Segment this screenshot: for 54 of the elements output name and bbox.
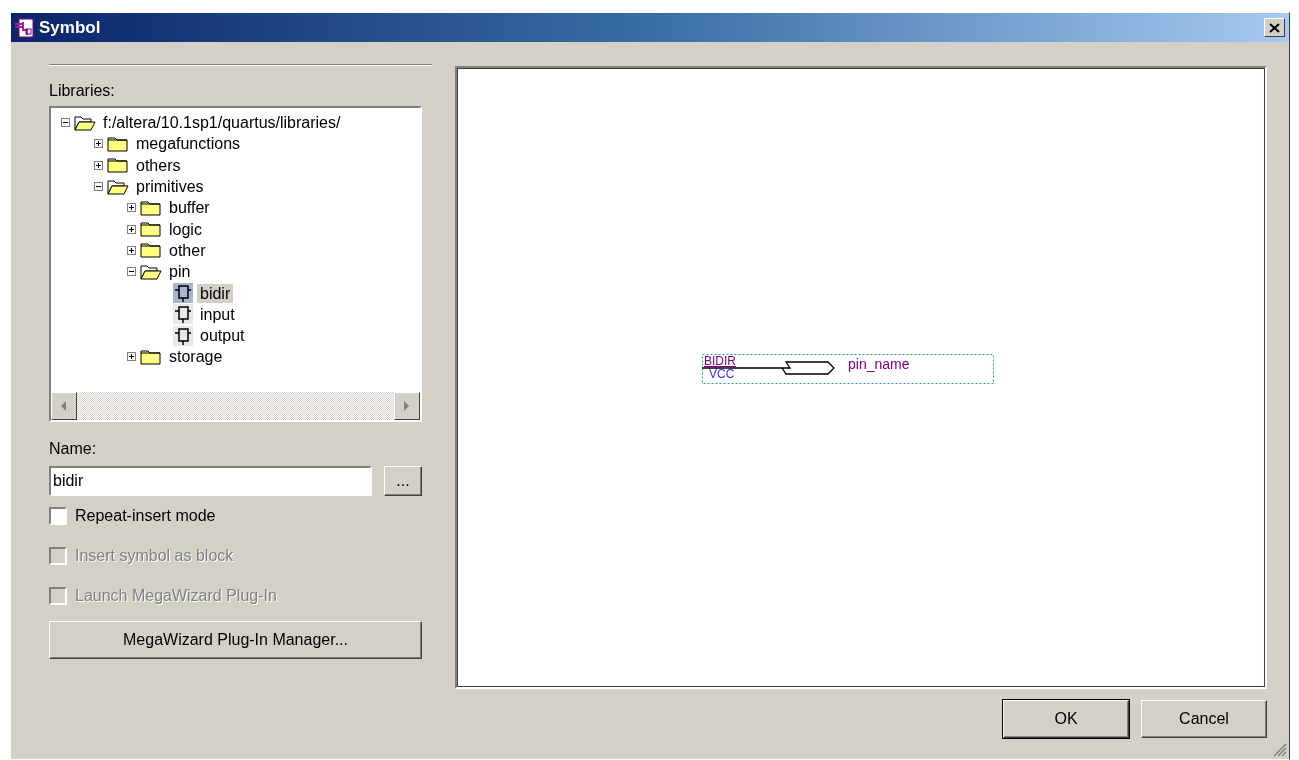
tree-item[interactable]: storage: [166, 347, 226, 367]
left-arrow-icon: [61, 401, 67, 411]
megawizard-manager-button[interactable]: MegaWizard Plug-In Manager...: [49, 621, 422, 659]
close-icon: [1269, 22, 1280, 33]
resize-grip-icon: [1271, 741, 1287, 757]
tree-item[interactable]: pin: [166, 262, 194, 282]
tree-item[interactable]: buffer: [166, 198, 213, 218]
folder-icon: [140, 242, 162, 259]
scroll-left-button[interactable]: [51, 392, 77, 420]
collapse-icon[interactable]: [61, 118, 70, 128]
folder-icon: [107, 157, 129, 174]
expand-icon[interactable]: [127, 245, 136, 255]
scroll-right-button[interactable]: [394, 392, 420, 420]
tree-item[interactable]: input: [197, 304, 238, 324]
folder-icon: [140, 199, 162, 216]
window-title: Symbol: [39, 17, 102, 38]
tree-item[interactable]: other: [166, 240, 209, 260]
checkbox-label: Launch MegaWizard Plug-In: [75, 587, 277, 605]
open-folder-icon: [107, 178, 129, 195]
tree-item[interactable]: megafunctions: [133, 134, 244, 154]
dialog-button[interactable]: Cancel: [1141, 700, 1267, 738]
expand-icon[interactable]: [94, 160, 103, 170]
tree-item[interactable]: logic: [166, 219, 205, 239]
symbol-icon: [173, 304, 193, 325]
symbol-icon: [173, 283, 193, 303]
expand-icon[interactable]: [127, 224, 136, 234]
dialog-button[interactable]: OK: [1003, 700, 1129, 738]
open-folder-icon: [140, 263, 162, 280]
tree-item[interactable]: output: [197, 326, 248, 346]
app-icon: [15, 17, 35, 38]
name-field[interactable]: bidir: [49, 466, 372, 496]
tree-item[interactable]: bidir: [197, 283, 234, 303]
folder-icon: [140, 348, 162, 365]
checkbox[interactable]: [49, 507, 67, 525]
close-button[interactable]: [1264, 18, 1285, 37]
collapse-icon[interactable]: [127, 267, 136, 277]
name-label: Name:: [49, 440, 98, 458]
expand-icon[interactable]: [127, 352, 136, 362]
tree-item[interactable]: f:/altera/10.1sp1/quartus/libraries/: [100, 113, 344, 133]
symbol-icon: [173, 325, 193, 346]
tree-item[interactable]: primitives: [133, 177, 207, 197]
folder-icon: [107, 135, 129, 152]
collapse-icon[interactable]: [94, 182, 103, 192]
pin-symbol-drawing: BIDIR VCC pin_name: [702, 354, 994, 385]
right-arrow-icon: [404, 401, 410, 411]
expand-icon[interactable]: [94, 139, 103, 149]
checkbox-label: Repeat-insert mode: [75, 507, 216, 525]
open-folder-icon: [74, 114, 96, 131]
browse-button[interactable]: ...: [384, 466, 422, 496]
folder-icon: [140, 221, 162, 238]
checkbox-label: Insert symbol as block: [75, 547, 234, 565]
tree-item[interactable]: others: [133, 155, 184, 175]
libraries-label: Libraries:: [49, 82, 116, 100]
expand-icon[interactable]: [127, 203, 136, 213]
